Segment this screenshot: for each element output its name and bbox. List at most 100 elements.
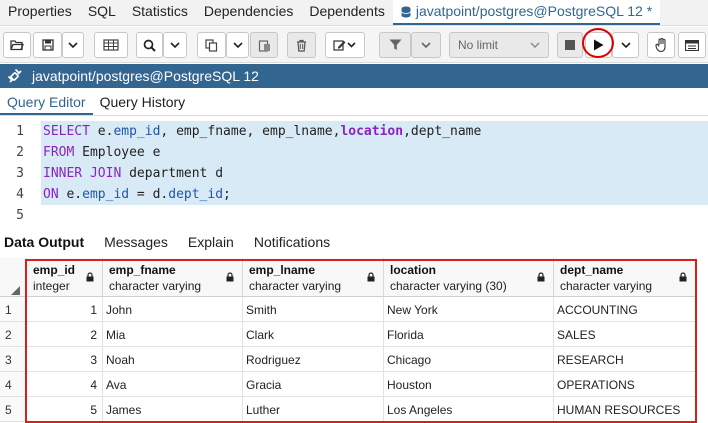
- row-limit-select[interactable]: No limit: [449, 32, 549, 58]
- folder-open-icon: [10, 40, 24, 51]
- cell-emp-fname[interactable]: James: [103, 397, 243, 422]
- chevron-down-icon: [530, 42, 540, 48]
- cell-emp-lname[interactable]: Luther: [243, 397, 384, 422]
- open-file-button[interactable]: [3, 32, 31, 58]
- lock-icon: [537, 272, 545, 282]
- tab-notifications[interactable]: Notifications: [244, 229, 340, 255]
- cell-emp-lname[interactable]: Gracia: [243, 372, 384, 397]
- edit-icon: [333, 40, 356, 51]
- macros-button[interactable]: [678, 32, 706, 58]
- connection-bar: javatpoint/postgres@PostgreSQL 12: [0, 64, 708, 88]
- tab-statistics[interactable]: Statistics: [124, 0, 196, 25]
- cell-dept-name[interactable]: OPERATIONS: [554, 372, 696, 397]
- column-header-emp-id[interactable]: emp_id integer: [27, 258, 103, 297]
- select-all-icon: [11, 286, 20, 295]
- find-button[interactable]: [136, 32, 163, 58]
- line-number: 4: [16, 187, 24, 202]
- cell-emp-lname[interactable]: Clark: [243, 322, 384, 347]
- cell-emp-lname[interactable]: Rodriguez: [243, 347, 384, 372]
- paste-button[interactable]: [250, 32, 278, 58]
- column-header-dept-name[interactable]: dept_name character varying: [554, 258, 696, 297]
- editor-tab-bar: Query Editor Query History: [0, 89, 708, 116]
- tab-data-output[interactable]: Data Output: [0, 229, 94, 255]
- line-number: 1: [16, 124, 24, 139]
- copy-button[interactable]: [197, 32, 226, 58]
- tab-explain[interactable]: Explain: [178, 229, 244, 255]
- filter-button[interactable]: [379, 32, 411, 58]
- connection-icon: [7, 68, 22, 83]
- row-number: 2: [0, 322, 27, 347]
- cell-emp-fname[interactable]: John: [103, 297, 243, 322]
- query-toolbar: No limit: [0, 27, 708, 63]
- stop-icon: [565, 40, 575, 50]
- column-type: character varying: [560, 279, 653, 293]
- sql-editor[interactable]: 1 SELECT e. emp_id, emp_fname, emp_lname,…: [0, 121, 708, 229]
- cell-emp-fname[interactable]: Ava: [103, 372, 243, 397]
- column-header-emp-fname[interactable]: emp_fname character varying: [103, 258, 243, 297]
- find-options-dropdown[interactable]: [163, 32, 187, 58]
- search-icon: [143, 39, 156, 52]
- chevron-down-icon: [620, 42, 631, 48]
- cell-emp-id[interactable]: 4: [27, 372, 103, 397]
- line-number: 3: [16, 166, 24, 181]
- column-type: character varying: [249, 279, 342, 293]
- cell-emp-id[interactable]: 5: [27, 397, 103, 422]
- line-number: 2: [16, 145, 24, 160]
- cell-emp-id[interactable]: 2: [27, 322, 103, 347]
- copy-options-dropdown[interactable]: [226, 32, 249, 58]
- top-tab-bar: Properties SQL Statistics Dependencies D…: [0, 0, 708, 26]
- cell-location[interactable]: New York: [384, 297, 554, 322]
- cancel-query-button[interactable]: [557, 32, 583, 58]
- row-number: 4: [0, 372, 27, 397]
- tab-query-tool[interactable]: javatpoint/postgres@PostgreSQL 12 *: [392, 0, 661, 25]
- column-header-location[interactable]: location character varying (30): [384, 258, 554, 297]
- code-line-4: ON e. emp_id = d. dept_id;: [43, 187, 231, 202]
- tab-dependents[interactable]: Dependents: [301, 0, 393, 25]
- chevron-down-icon: [421, 42, 431, 48]
- filter-options-dropdown[interactable]: [411, 32, 441, 58]
- table-row[interactable]: 4 4 Ava Gracia Houston OPERATIONS: [0, 372, 708, 397]
- lock-icon: [226, 272, 234, 282]
- column-name: location: [390, 263, 437, 277]
- cell-location[interactable]: Chicago: [384, 347, 554, 372]
- cell-emp-lname[interactable]: Smith: [243, 297, 384, 322]
- cell-location[interactable]: Florida: [384, 322, 554, 347]
- row-limit-value: No limit: [458, 38, 499, 52]
- tab-dependencies[interactable]: Dependencies: [196, 0, 302, 25]
- save-options-dropdown[interactable]: [62, 32, 84, 58]
- chevron-down-icon: [232, 42, 243, 48]
- execute-options-dropdown[interactable]: [612, 32, 639, 58]
- filter-icon: [389, 39, 401, 50]
- cell-emp-fname[interactable]: Mia: [103, 322, 243, 347]
- execute-button[interactable]: [585, 32, 612, 58]
- table-row[interactable]: 5 5 James Luther Los Angeles HUMAN RESOU…: [0, 397, 708, 422]
- connection-label: javatpoint/postgres@PostgreSQL 12: [32, 68, 259, 84]
- cell-emp-id[interactable]: 1: [27, 297, 103, 322]
- table-row[interactable]: 1 1 John Smith New York ACCOUNTING: [0, 297, 708, 322]
- cell-location[interactable]: Houston: [384, 372, 554, 397]
- column-header-emp-lname[interactable]: emp_lname character varying: [243, 258, 384, 297]
- tab-properties[interactable]: Properties: [0, 0, 80, 25]
- cell-dept-name[interactable]: HUMAN RESOURCES: [554, 397, 696, 422]
- cell-dept-name[interactable]: ACCOUNTING: [554, 297, 696, 322]
- table-row[interactable]: 2 2 Mia Clark Florida SALES: [0, 322, 708, 347]
- cell-emp-fname[interactable]: Noah: [103, 347, 243, 372]
- edit-table-button[interactable]: [94, 32, 128, 58]
- cell-emp-id[interactable]: 3: [27, 347, 103, 372]
- save-button[interactable]: [33, 32, 62, 58]
- edit-options-button[interactable]: [325, 32, 365, 58]
- tab-query-editor[interactable]: Query Editor: [0, 89, 93, 115]
- tab-messages[interactable]: Messages: [94, 229, 178, 255]
- tab-query-history[interactable]: Query History: [93, 89, 193, 115]
- cell-dept-name[interactable]: RESEARCH: [554, 347, 696, 372]
- cell-location[interactable]: Los Angeles: [384, 397, 554, 422]
- cell-dept-name[interactable]: SALES: [554, 322, 696, 347]
- grid-icon: [685, 39, 699, 51]
- commit-button[interactable]: [647, 32, 675, 58]
- table-row[interactable]: 3 3 Noah Rodriguez Chicago RESEARCH: [0, 347, 708, 372]
- row-number: 1: [0, 297, 27, 322]
- delete-button[interactable]: [287, 32, 316, 58]
- tab-sql[interactable]: SQL: [80, 0, 124, 25]
- table-icon: [103, 39, 119, 51]
- grid-corner[interactable]: [0, 258, 27, 297]
